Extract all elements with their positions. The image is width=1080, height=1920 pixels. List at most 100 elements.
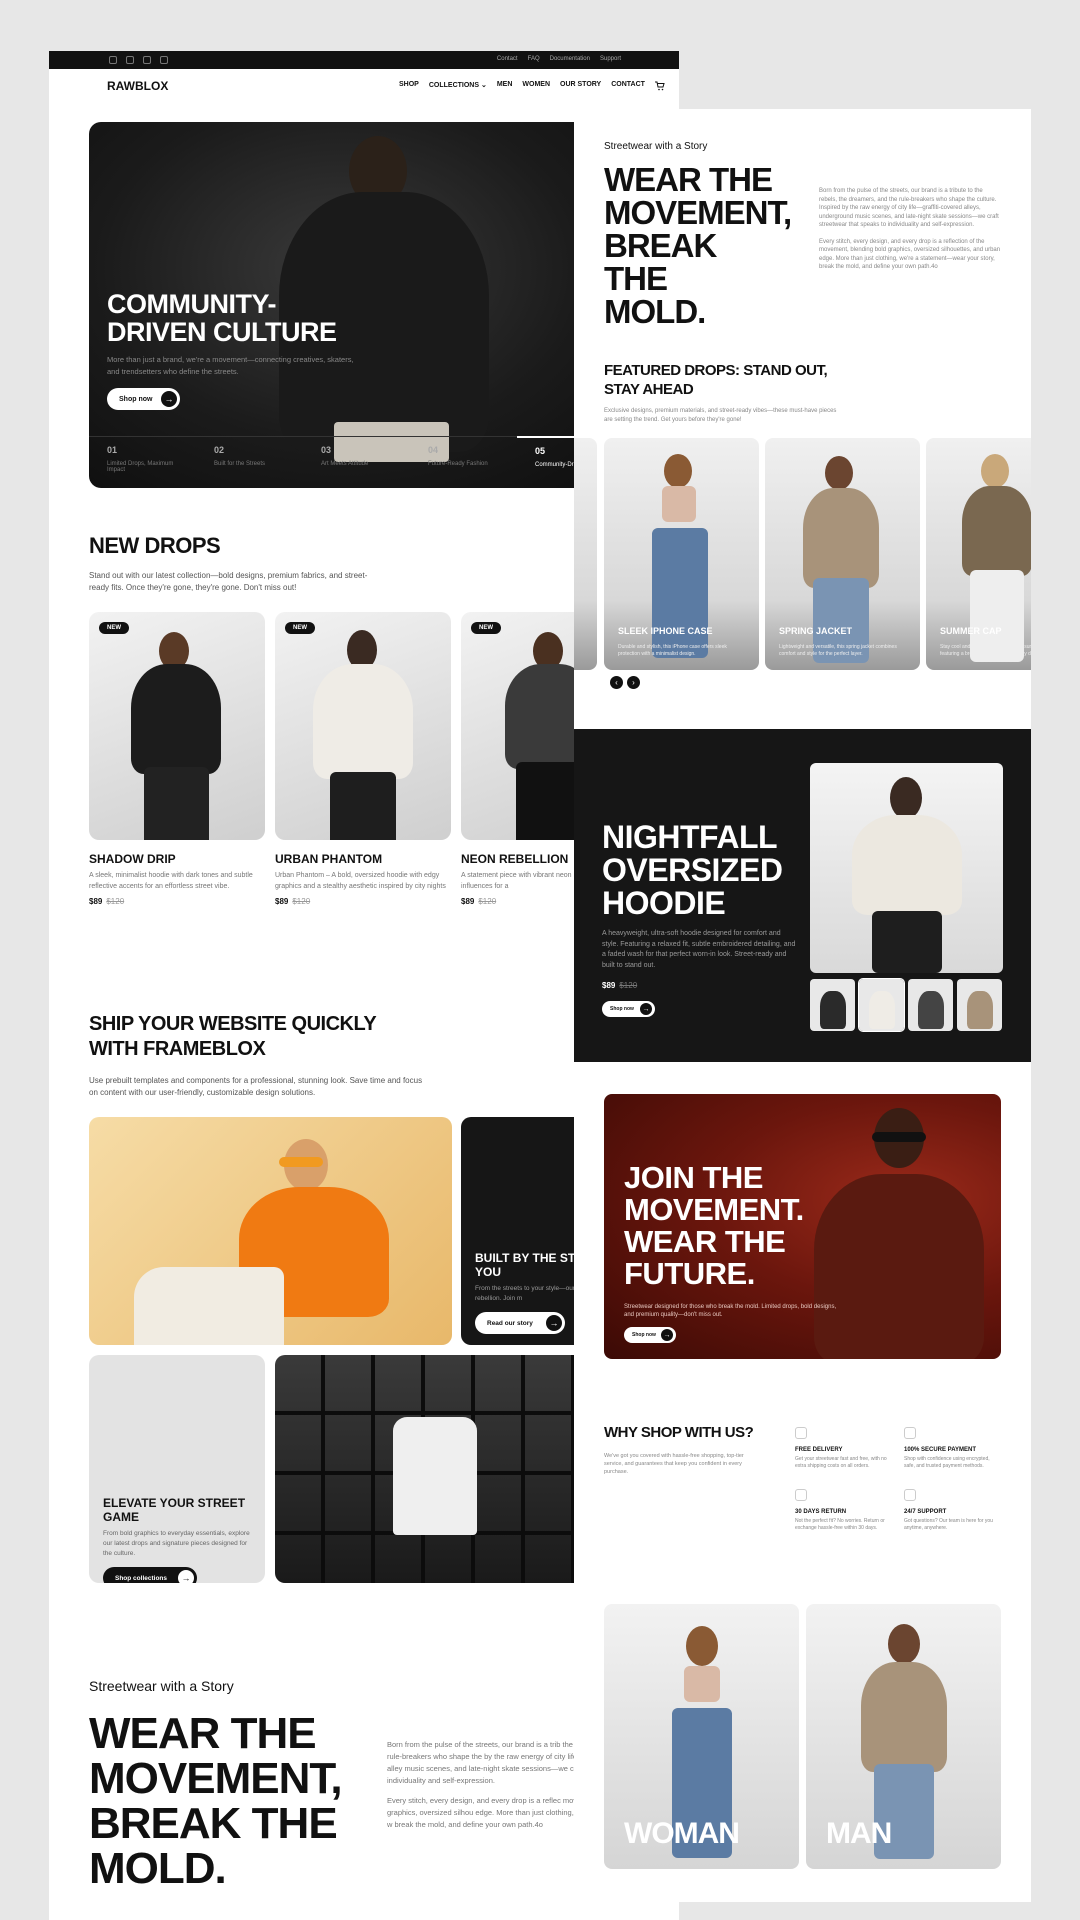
carousel-next-button[interactable]: › — [627, 676, 640, 689]
hero-step[interactable]: 03 Art Meets Attitude — [303, 437, 410, 473]
feature-title: 30 DAYS RETURN — [795, 1509, 847, 1515]
return-icon — [795, 1489, 807, 1501]
story-eyebrow: Streetwear with a Story — [604, 141, 708, 152]
why-title: WHY SHOP WITH US? — [604, 1424, 754, 1441]
woman-label: WOMAN — [624, 1817, 740, 1850]
carousel-prev-button[interactable]: ‹ — [610, 676, 623, 689]
hero-banner: COMMUNITY-DRIVEN CULTURE More than just … — [89, 122, 649, 488]
product-description: A sleek, minimalist hoodie with dark ton… — [89, 872, 253, 890]
product-price: $89 — [461, 897, 475, 906]
step-number: 04 — [428, 445, 439, 455]
feature-text: Shop with confidence using encrypted, sa… — [904, 1456, 990, 1469]
woman-category-card[interactable]: WOMAN — [604, 1604, 799, 1869]
card-icon — [904, 1427, 916, 1439]
featured-card[interactable]: SUMMER CAP Stay cool and shaded with thi… — [926, 438, 1031, 670]
nightfall-shop-label: Shop now — [610, 1006, 634, 1012]
feature-title: 24/7 SUPPORT — [904, 1509, 947, 1515]
nav-contact[interactable]: CONTACT — [611, 81, 645, 91]
nightfall-thumb[interactable] — [957, 979, 1002, 1031]
arrow-right-icon: → — [178, 1570, 194, 1583]
arrow-right-icon: → — [161, 391, 177, 407]
featured-title: FEATURED DROPS: STAND OUT, STAY AHEAD — [604, 362, 828, 398]
nav-collections[interactable]: COLLECTIONS ⌄ — [429, 81, 487, 91]
product-price: $89 — [275, 897, 289, 906]
new-drops-title: NEW DROPS — [89, 533, 221, 558]
orange-hoodie-image — [89, 1117, 452, 1345]
story-eyebrow: Streetwear with a Story — [89, 1678, 234, 1694]
elevate-tile-title: ELEVATE YOUR STREET GAME — [103, 1496, 246, 1524]
facebook-icon[interactable] — [109, 56, 117, 64]
hero-step[interactable]: 01 Limited Drops, Maximum Impact — [89, 437, 196, 473]
join-description: Streetwear designed for those who break … — [624, 1304, 837, 1318]
join-model-image — [794, 1094, 1001, 1359]
nightfall-thumb-active[interactable] — [858, 978, 905, 1032]
nightfall-thumb[interactable] — [908, 979, 953, 1031]
featured-card[interactable]: SPRING JACKET Lightweight and versatile,… — [765, 438, 920, 670]
join-shop-button[interactable]: Shop now → — [624, 1327, 676, 1343]
new-badge: NEW — [285, 622, 315, 634]
step-label: Limited Drops, Maximum Impact — [107, 461, 174, 473]
step-number: 01 — [107, 445, 118, 455]
product-name[interactable]: SHADOW DRIP — [89, 852, 265, 866]
step-label: Built for the Streets — [214, 461, 266, 467]
topbar-link-support[interactable]: Support — [600, 56, 621, 62]
story-paragraph: Born from the pulse of the streets, our … — [819, 188, 999, 228]
hero-step[interactable]: 04 Future-Ready Fashion — [410, 437, 517, 473]
feature-item: 30 DAYS RETURN Not the perfect fit? No wo… — [795, 1489, 890, 1532]
nav-shop[interactable]: SHOP — [399, 81, 419, 91]
story-paragraph: Every stitch, every design, and every dr… — [819, 238, 1001, 271]
product-card[interactable]: NEW URBAN PHANTOM Urban Phantom – A bold… — [275, 612, 451, 906]
nav-men[interactable]: MEN — [497, 81, 513, 91]
hero-shop-button-label: Shop now — [119, 395, 153, 403]
hero-step[interactable]: 02 Built for the Streets — [196, 437, 303, 473]
hero-shop-button[interactable]: Shop now → — [107, 388, 180, 410]
topbar-link-contact[interactable]: Contact — [497, 56, 518, 62]
ship-title: SHIP YOUR WEBSITE QUICKLY WITH FRAMEBLOX — [89, 1013, 376, 1060]
step-number: 02 — [214, 445, 225, 455]
nightfall-thumb[interactable] — [810, 979, 855, 1031]
step-label: Future-Ready Fashion — [428, 461, 488, 467]
featured-card-name: SPRING JACKET — [779, 626, 853, 636]
support-icon — [904, 1489, 916, 1501]
feature-text: Get your streetwear fast and free, with … — [795, 1456, 887, 1469]
linkedin-icon[interactable] — [160, 56, 168, 64]
nav-women[interactable]: WOMEN — [522, 81, 550, 91]
featured-card-desc: Lightweight and versatile, this spring j… — [779, 644, 897, 657]
feature-item: FREE DELIVERY Get your streetwear fast an… — [795, 1427, 890, 1470]
twitter-icon[interactable] — [143, 56, 151, 64]
featured-card[interactable]: SLEEK IPHONE CASE Durable and stylish, t… — [604, 438, 759, 670]
product-name[interactable]: URBAN PHANTOM — [275, 852, 451, 866]
join-banner: JOIN THE MOVEMENT. WEAR THE FUTURE. Stre… — [604, 1094, 1001, 1359]
nav-collections-label: COLLECTIONS — [428, 82, 480, 89]
product-old-price: $120 — [478, 897, 497, 906]
elevate-tile-text: From bold graphics to everyday essential… — [103, 1530, 250, 1557]
hero-title: COMMUNITY-DRIVEN CULTURE — [107, 289, 337, 347]
nightfall-section: NIGHTFALL OVERSIZED HOODIE A heavyweight… — [574, 729, 1031, 1062]
instagram-icon[interactable] — [126, 56, 134, 64]
nightfall-description: A heavyweight, ultra-soft hoodie designe… — [602, 930, 796, 969]
step-label: Community-Dr — [535, 462, 574, 468]
read-story-button[interactable]: Read our story → — [475, 1312, 565, 1334]
nightfall-shop-button[interactable]: Shop now → — [602, 1001, 655, 1017]
feature-text: Not the perfect fit? No worries. Return … — [795, 1518, 885, 1531]
cart-icon[interactable] — [654, 81, 665, 91]
featured-card-partial[interactable] — [574, 438, 597, 670]
topbar-link-documentation[interactable]: Documentation — [550, 56, 590, 62]
join-shop-label: Shop now — [632, 1332, 656, 1338]
product-card[interactable]: NEW SHADOW DRIP A sleek, minimalist hood… — [89, 612, 265, 906]
nightfall-main-image — [810, 763, 1003, 973]
why-subtitle: We've got you covered with hassle-free s… — [604, 1453, 744, 1475]
man-category-card[interactable]: MAN — [806, 1604, 1001, 1869]
logo[interactable]: RAWBLOX — [107, 79, 168, 93]
topbar-link-faq[interactable]: FAQ — [528, 56, 540, 62]
ship-subtitle: Use prebuilt templates and components fo… — [89, 1076, 423, 1097]
join-title: JOIN THE MOVEMENT. WEAR THE FUTURE. — [624, 1160, 804, 1291]
right-page: Streetwear with a Story WEAR THE MOVEMEN… — [574, 109, 1031, 1902]
nav-our-story[interactable]: OUR STORY — [560, 81, 601, 91]
feature-item: 24/7 SUPPORT Got questions? Our team is h… — [904, 1489, 999, 1532]
featured-subtitle: Exclusive designs, premium materials, an… — [604, 408, 837, 423]
shop-collections-button[interactable]: Shop collections → — [103, 1567, 197, 1583]
nightfall-price: $89 — [602, 981, 616, 990]
product-image: NEW — [275, 612, 451, 840]
product-old-price: $120 — [106, 897, 125, 906]
